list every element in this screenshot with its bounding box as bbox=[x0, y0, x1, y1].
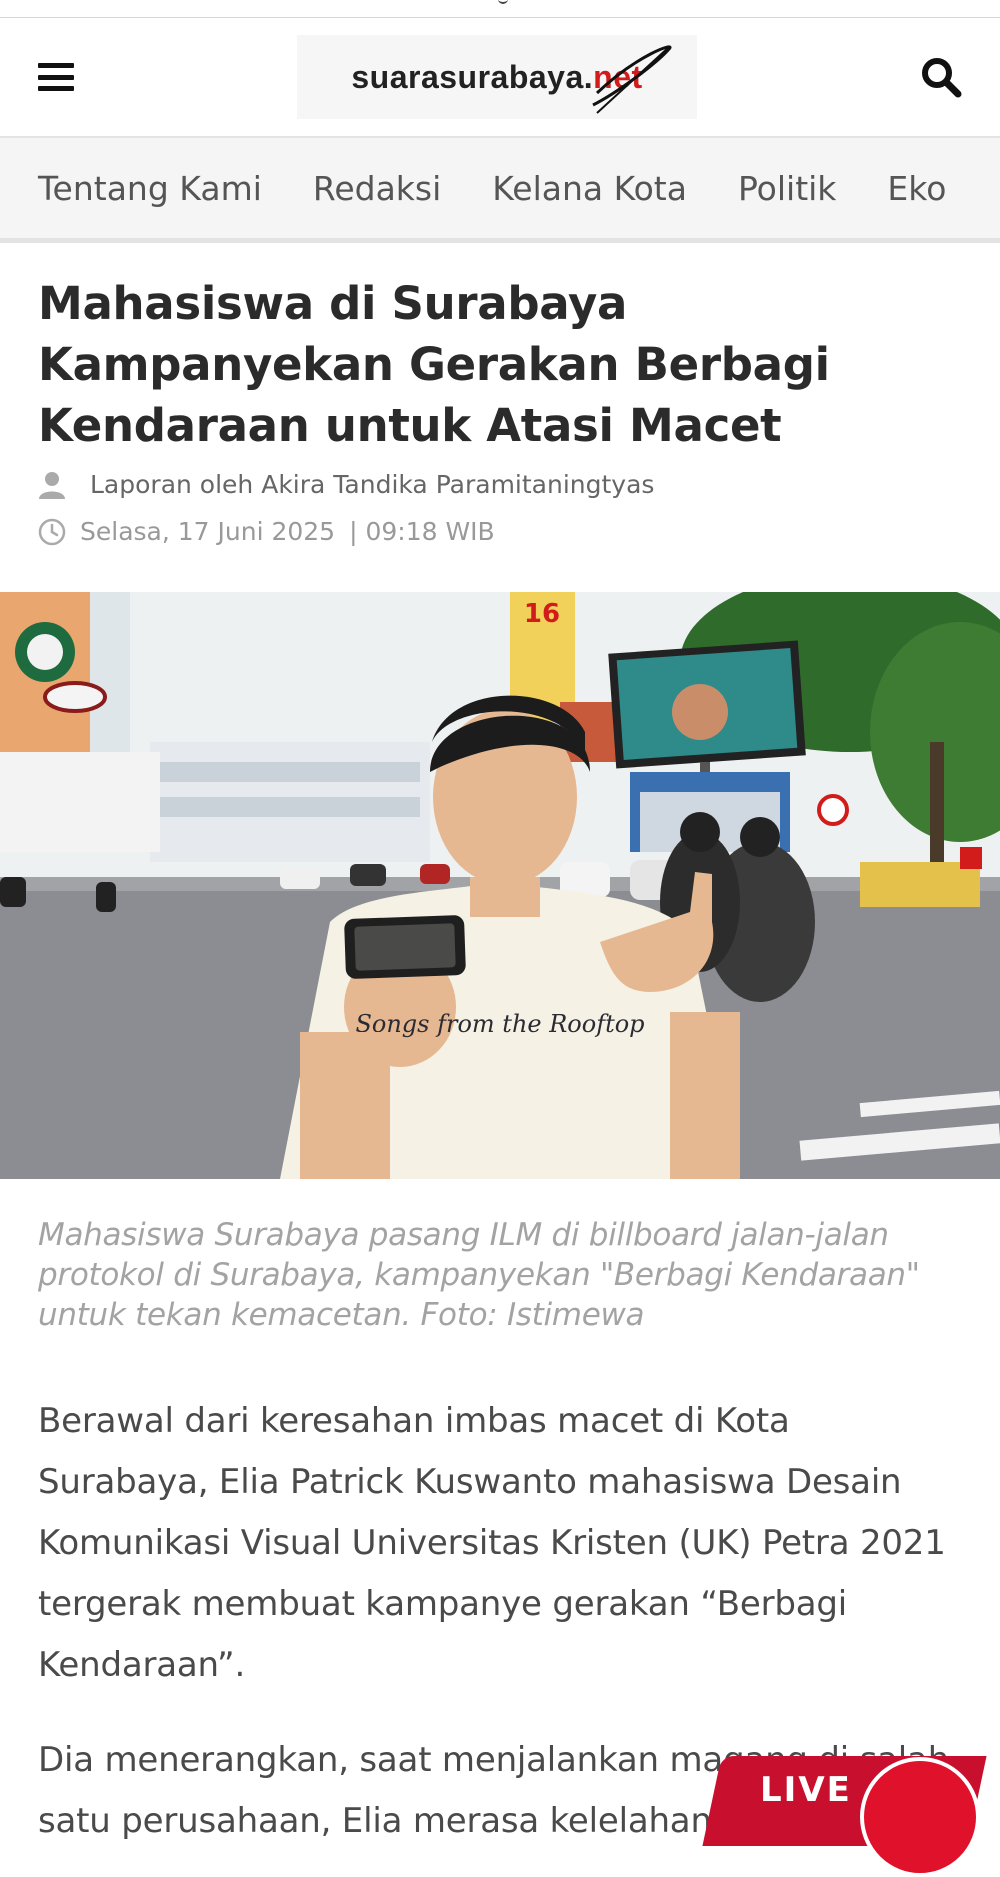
image-caption: Mahasiswa Surabaya pasang ILM di billboa… bbox=[38, 1217, 920, 1333]
nav-item-redaksi[interactable]: Redaksi bbox=[313, 169, 441, 208]
hamburger-menu-icon[interactable] bbox=[38, 63, 74, 91]
publish-date: Selasa, 17 Juni 2025 bbox=[80, 517, 336, 546]
nav-item-tentang-kami[interactable]: Tentang Kami bbox=[38, 169, 262, 208]
hero-photo-illustration: 16 Songs from the Rooftop bbox=[0, 592, 1000, 1179]
author-name: Laporan oleh Akira Tandika Paramitaningt… bbox=[90, 470, 655, 499]
user-icon bbox=[39, 471, 65, 499]
status-strip bbox=[0, 0, 1000, 18]
site-logo[interactable]: suarasurabaya.net bbox=[297, 35, 697, 119]
clock-icon bbox=[38, 518, 66, 545]
live-dot-icon[interactable] bbox=[860, 1757, 980, 1877]
date-row: Selasa, 17 Juni 2025 | 09:18 WIB bbox=[38, 517, 962, 546]
banner-number: 16 bbox=[524, 599, 560, 629]
nav-item-politik[interactable]: Politik bbox=[738, 169, 836, 208]
article-header: Mahasiswa di Surabaya Kampanyekan Geraka… bbox=[0, 273, 1000, 546]
nav-item-eko[interactable]: Eko bbox=[887, 169, 946, 208]
category-nav: Tentang Kami Redaksi Kelana Kota Politik… bbox=[0, 138, 1000, 243]
logo-swoosh-icon bbox=[592, 45, 672, 114]
site-header: suarasurabaya.net bbox=[0, 18, 1000, 138]
shirt-print-text: Songs from the Rooftop bbox=[355, 1010, 644, 1038]
article-paragraph-1: Berawal dari keresahan imbas macet di Ko… bbox=[38, 1401, 946, 1685]
article-title: Mahasiswa di Surabaya Kampanyekan Geraka… bbox=[38, 277, 830, 452]
publish-time: | 09:18 WIB bbox=[349, 517, 495, 546]
top-peek-glyph bbox=[498, 0, 508, 4]
nav-item-kelana-kota[interactable]: Kelana Kota bbox=[492, 169, 687, 208]
live-label[interactable]: LIVE bbox=[760, 1770, 852, 1810]
search-icon[interactable] bbox=[920, 56, 962, 98]
author-row: Laporan oleh Akira Tandika Paramitaningt… bbox=[38, 470, 962, 499]
hero-image[interactable]: 16 Songs from the Rooftop bbox=[0, 592, 1000, 1179]
